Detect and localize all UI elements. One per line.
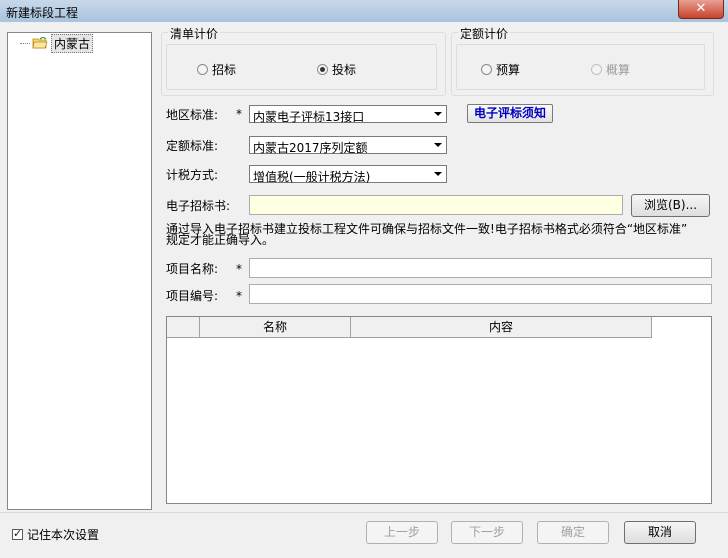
footer-divider — [0, 512, 728, 513]
chevron-down-icon — [434, 112, 442, 116]
radio-toubiao[interactable]: 投标 — [317, 61, 356, 78]
project-name-input[interactable] — [249, 258, 712, 278]
radio-yusuan-dot[interactable] — [481, 64, 492, 75]
radio-yusuan-label: 预算 — [496, 63, 521, 77]
import-note: 通过导入电子招标书建立投标工程文件可确保与招标文件一致!电子招标书格式必须符合“… — [166, 223, 710, 247]
window-title: 新建标段工程 — [6, 6, 79, 20]
project-number-label: 项目编号: — [166, 289, 219, 303]
tax-label: 计税方式: — [166, 168, 219, 182]
chevron-down-icon — [434, 172, 442, 176]
radio-yusuan[interactable]: 预算 — [481, 61, 520, 78]
cancel-button[interactable]: 取消 — [624, 521, 696, 544]
radio-zhaobiao-label: 招标 — [212, 63, 237, 77]
tender-file-label: 电子招标书: — [166, 199, 231, 213]
project-name-required-mark: * — [236, 262, 242, 276]
quota-pricing-inner: 预算 概算 — [456, 44, 705, 90]
remember-settings-label: 记住本次设置 — [27, 528, 100, 542]
tree-node-neimenggu[interactable]: 内蒙古 — [20, 33, 94, 53]
grid-header-content[interactable]: 内容 — [351, 317, 652, 338]
title-bar: 新建标段工程 ✕ — [0, 0, 728, 23]
region-tree[interactable]: 内蒙古 — [7, 32, 152, 510]
radio-zhaobiao[interactable]: 招标 — [197, 61, 236, 78]
remember-settings-checkbox[interactable]: 记住本次设置 — [12, 526, 99, 543]
radio-toubiao-label: 投标 — [332, 63, 357, 77]
radio-gaisuan: 概算 — [591, 61, 630, 78]
open-folder-icon — [32, 37, 48, 49]
quota-label: 定额标准: — [166, 139, 219, 153]
quota-select-value: 内蒙古2017序列定额 — [253, 141, 368, 155]
radio-gaisuan-dot — [591, 64, 602, 75]
attribute-grid[interactable]: 名称 内容 — [166, 316, 712, 504]
prev-button[interactable]: 上一步 — [366, 521, 438, 544]
dialog-body: 内蒙古 清单计价 招标 投标 定额计价 预算 概算 地区标准: * 内蒙电子评标… — [0, 22, 728, 558]
grid-corner-cell — [167, 317, 200, 338]
e-bid-notice-button[interactable]: 电子评标须知 — [467, 104, 553, 123]
region-select-value: 内蒙电子评标13接口 — [253, 110, 365, 124]
radio-gaisuan-label: 概算 — [606, 63, 631, 77]
region-select[interactable]: 内蒙电子评标13接口 — [249, 105, 447, 124]
checkbox-box[interactable] — [12, 527, 23, 540]
tree-connector — [20, 42, 30, 44]
list-pricing-group: 清单计价 招标 投标 — [161, 25, 446, 96]
grid-header-name[interactable]: 名称 — [200, 317, 351, 338]
close-button[interactable]: ✕ — [678, 0, 724, 19]
quota-pricing-group: 定额计价 预算 概算 — [451, 25, 714, 96]
browse-button[interactable]: 浏览(B)... — [631, 194, 710, 217]
project-number-input[interactable] — [249, 284, 712, 304]
import-note-line2: 规定才能正确导入。 — [166, 233, 275, 247]
radio-zhaobiao-dot[interactable] — [197, 64, 208, 75]
tree-node-label: 内蒙古 — [51, 33, 94, 53]
tender-file-input[interactable] — [249, 195, 623, 215]
region-required-mark: * — [236, 107, 242, 121]
quota-pricing-legend: 定额计价 — [458, 25, 511, 42]
region-label: 地区标准: — [166, 108, 219, 122]
project-name-label: 项目名称: — [166, 262, 219, 276]
tax-select[interactable]: 增值税(一般计税方法) — [249, 165, 447, 184]
tax-select-value: 增值税(一般计税方法) — [253, 170, 371, 184]
list-pricing-legend: 清单计价 — [168, 25, 221, 42]
ok-button[interactable]: 确定 — [537, 521, 609, 544]
next-button[interactable]: 下一步 — [451, 521, 523, 544]
chevron-down-icon — [434, 143, 442, 147]
list-pricing-inner: 招标 投标 — [166, 44, 437, 90]
quota-select[interactable]: 内蒙古2017序列定额 — [249, 136, 447, 155]
radio-toubiao-dot[interactable] — [317, 64, 328, 75]
project-number-required-mark: * — [236, 289, 242, 303]
